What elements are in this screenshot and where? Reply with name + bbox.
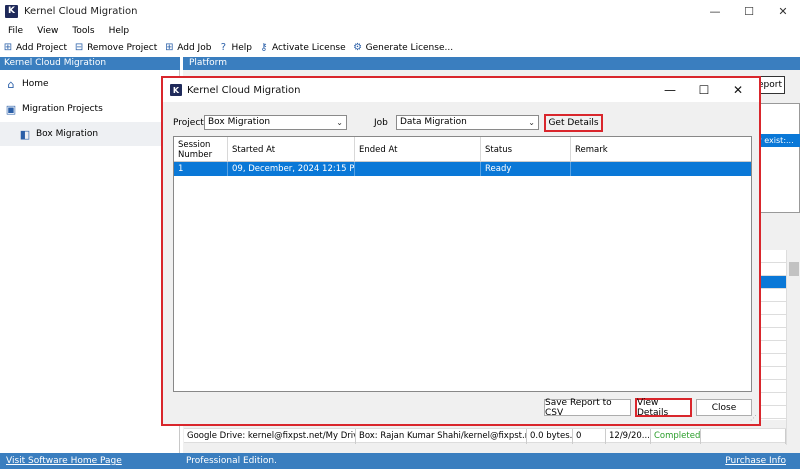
row-destination: Box: Rajan Kumar Shahi/kernel@fixpst.net…: [356, 429, 527, 444]
nav-box-migration[interactable]: ◧ Box Migration: [0, 122, 180, 146]
projects-icon: ▣: [5, 102, 17, 116]
save-report-csv-button[interactable]: Save Report to CSV: [544, 398, 631, 418]
col-status[interactable]: Status: [481, 137, 571, 162]
exist-message: y exist:...: [755, 134, 800, 147]
generate-license-label: Generate License...: [365, 42, 454, 53]
dialog-maximize-icon[interactable]: ☐: [687, 78, 721, 102]
get-details-button[interactable]: Get Details: [544, 114, 603, 132]
jobs-grid: [755, 103, 800, 213]
nav-migration-projects[interactable]: ▣ Migration Projects: [0, 99, 180, 119]
job-label: Job: [374, 118, 388, 128]
help-icon: ?: [220, 42, 227, 53]
col-started-at[interactable]: Started At: [228, 137, 355, 162]
home-page-link[interactable]: Visit Software Home Page: [6, 456, 122, 466]
project-select[interactable]: Box Migration ⌄: [204, 115, 347, 130]
generate-license-button[interactable]: ⚙ Generate License...: [352, 42, 453, 54]
job-select-value: Data Migration: [400, 117, 467, 127]
key-icon: ⚷: [260, 42, 268, 53]
sessions-grid: Session Number Started At Ended At Statu…: [173, 136, 752, 392]
nav-home[interactable]: ⌂ Home: [0, 74, 180, 94]
row-count: 0: [573, 429, 606, 444]
add-job-button[interactable]: ⊞ Add Job: [163, 42, 211, 54]
session-dialog: K Kernel Cloud Migration — ☐ ✕ Project B…: [161, 76, 761, 426]
chevron-down-icon: ⌄: [528, 118, 535, 127]
row-status: Completed: [651, 429, 701, 444]
license-icon: ⚙: [353, 42, 363, 53]
project-select-value: Box Migration: [208, 117, 271, 127]
remove-project-button[interactable]: ⊟ Remove Project: [73, 42, 157, 54]
edition-text: Professional Edition.: [186, 456, 277, 466]
activate-license-label: Activate License: [271, 42, 346, 53]
window-titlebar: K Kernel Cloud Migration — ☐ ✕: [0, 0, 800, 22]
activate-license-button[interactable]: ⚷ Activate License: [258, 42, 346, 54]
add-project-label: Add Project: [16, 42, 68, 53]
maximize-icon[interactable]: ☐: [732, 0, 766, 22]
col-remark[interactable]: Remark: [571, 137, 751, 162]
toolbar: ⊞ Add Project ⊟ Remove Project ⊞ Add Job…: [0, 39, 800, 56]
dialog-titlebar: K Kernel Cloud Migration — ☐ ✕: [163, 78, 759, 102]
dialog-close-icon[interactable]: ✕: [721, 78, 755, 102]
right-pane-header: Platform: [183, 57, 800, 70]
help-button[interactable]: ? Help: [217, 42, 252, 54]
dialog-controls: — ☐ ✕: [653, 78, 755, 102]
home-icon: ⌂: [7, 77, 15, 91]
menu-help[interactable]: Help: [109, 26, 130, 36]
row-empty: [701, 429, 786, 444]
cell-ended-at: [355, 162, 481, 176]
app-logo-icon: K: [5, 4, 18, 18]
purchase-info-link[interactable]: Purchase Info: [725, 456, 786, 466]
grid-header: Session Number Started At Ended At Statu…: [174, 137, 751, 162]
menu-tools[interactable]: Tools: [72, 26, 94, 36]
minimize-icon[interactable]: —: [698, 0, 732, 22]
row-source: Google Drive: kernel@fixpst.net/My Drive…: [184, 429, 356, 444]
job-select[interactable]: Data Migration ⌄: [396, 115, 539, 130]
project-label: Project: [173, 118, 204, 128]
dialog-title: Kernel Cloud Migration: [187, 84, 301, 96]
help-label: Help: [231, 42, 252, 53]
cell-session-number: 1: [174, 162, 228, 176]
close-button[interactable]: Close: [696, 399, 752, 416]
cell-started-at: 09, December, 2024 12:15 PM: [228, 162, 355, 176]
left-pane: ⌂ Home ▣ Migration Projects ◧ Box Migrat…: [0, 70, 180, 453]
remove-project-label: Remove Project: [87, 42, 158, 53]
add-project-button[interactable]: ⊞ Add Project: [2, 42, 67, 54]
add-job-icon: ⊞: [165, 42, 174, 53]
cell-status: Ready: [481, 162, 571, 176]
menu-bar: File View Tools Help: [0, 23, 800, 39]
vertical-scrollbar[interactable]: [786, 250, 800, 445]
cell-remark: [571, 162, 751, 176]
view-details-button[interactable]: View Details: [635, 398, 692, 418]
row-date: 12/9/20...: [606, 429, 651, 444]
nav-box-migration-label: Box Migration: [36, 129, 99, 139]
col-session-number[interactable]: Session Number: [174, 137, 228, 162]
left-pane-header: Kernel Cloud Migration: [0, 57, 180, 70]
chevron-down-icon: ⌄: [336, 118, 343, 127]
menu-view[interactable]: View: [37, 26, 58, 36]
menu-file[interactable]: File: [8, 26, 23, 36]
table-row[interactable]: Google Drive: kernel@fixpst.net/My Drive…: [184, 428, 786, 444]
resize-grip-icon[interactable]: ⋰: [750, 414, 757, 422]
status-bar: Visit Software Home Page Professional Ed…: [0, 453, 800, 469]
remove-project-icon: ⊟: [74, 42, 84, 53]
table-row[interactable]: 1 09, December, 2024 12:15 PM Ready: [174, 162, 751, 176]
window-title: Kernel Cloud Migration: [24, 5, 138, 17]
add-project-icon: ⊞: [3, 42, 13, 53]
dialog-minimize-icon[interactable]: —: [653, 78, 687, 102]
add-job-label: Add Job: [177, 42, 212, 53]
window-controls: — ☐ ✕: [698, 0, 800, 22]
nav-migration-projects-label: Migration Projects: [22, 104, 103, 114]
close-icon[interactable]: ✕: [766, 0, 800, 22]
nav-home-label: Home: [22, 79, 49, 89]
col-ended-at[interactable]: Ended At: [355, 137, 481, 162]
row-size: 0.0 bytes...: [527, 429, 573, 444]
project-icon: ◧: [19, 127, 31, 141]
dialog-logo-icon: K: [170, 84, 182, 96]
scrollbar-thumb[interactable]: [789, 262, 799, 276]
